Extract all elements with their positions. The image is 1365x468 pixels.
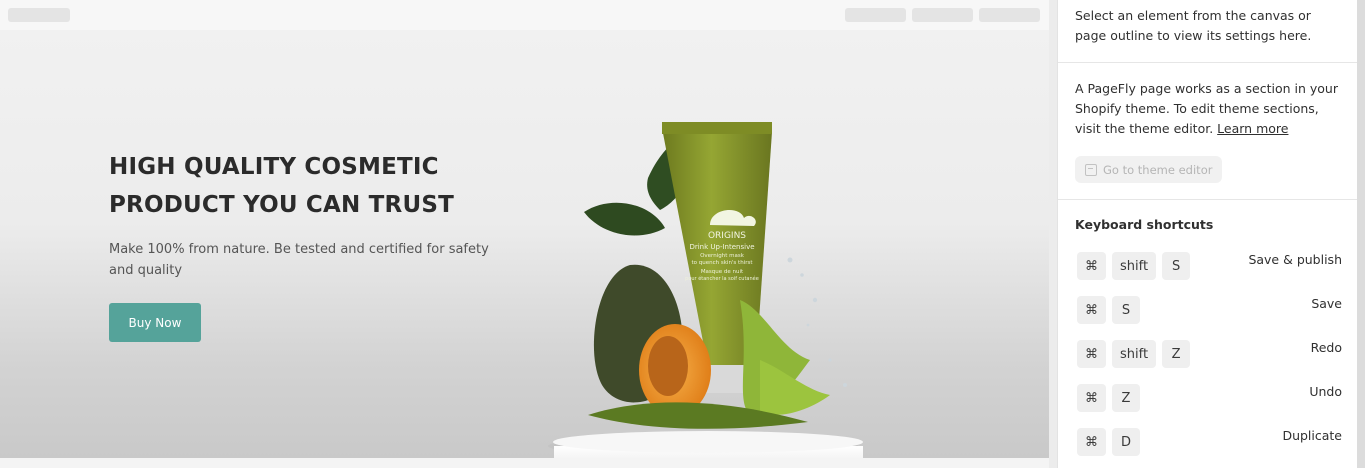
shift-key: shift bbox=[1112, 252, 1157, 280]
hero-headline: HIGH QUALITY COSMETIC PRODUCT YOU CAN TR… bbox=[109, 148, 529, 224]
skeleton-bar bbox=[8, 8, 70, 22]
shortcut-row: ⌘ shift S Save & publish bbox=[1075, 252, 1342, 280]
tube-line-text: pour étancher la soif cutanée bbox=[685, 275, 759, 282]
panel-scrollbar[interactable] bbox=[1357, 0, 1365, 468]
tube-line-text: Masque de nuit bbox=[701, 269, 744, 275]
hero-section[interactable]: ORIGINS Drink Up-Intensive Overnight mas… bbox=[0, 30, 1049, 458]
canvas-bottom-strip bbox=[0, 458, 1049, 468]
command-key-icon: ⌘ bbox=[1077, 340, 1106, 368]
settings-panel: Select an element from the canvas or pag… bbox=[1057, 0, 1358, 468]
headline-line: HIGH QUALITY COSMETIC bbox=[109, 154, 439, 180]
shortcut-row: ⌘ S Save bbox=[1075, 296, 1342, 324]
theme-editor-icon bbox=[1085, 163, 1097, 176]
command-key-icon: ⌘ bbox=[1077, 252, 1106, 280]
shift-key: shift bbox=[1112, 340, 1157, 368]
tube-line-text: Overnight mask bbox=[700, 253, 745, 259]
theme-info-sentence: A PageFly page works as a section in you… bbox=[1075, 81, 1338, 136]
shortcut-row: ⌘ D Duplicate bbox=[1075, 428, 1342, 456]
shortcut-label: Save & publish bbox=[1248, 252, 1342, 267]
buy-now-button[interactable]: Buy Now bbox=[109, 303, 201, 342]
panel-resize-handle[interactable] bbox=[1049, 0, 1057, 468]
headline-line: PRODUCT YOU CAN TRUST bbox=[109, 192, 454, 218]
shortcut-label: Save bbox=[1311, 296, 1342, 311]
divider bbox=[1058, 199, 1358, 200]
letter-key: Z bbox=[1112, 384, 1140, 412]
theme-info-text: A PageFly page works as a section in you… bbox=[1075, 79, 1345, 139]
canvas-toolbar-placeholder bbox=[0, 0, 1049, 30]
shortcut-row: ⌘ shift Z Redo bbox=[1075, 340, 1342, 368]
letter-key: Z bbox=[1162, 340, 1191, 368]
letter-key: D bbox=[1112, 428, 1140, 456]
shortcut-label: Redo bbox=[1310, 340, 1342, 355]
letter-key: S bbox=[1112, 296, 1140, 324]
hero-subtext: Make 100% from nature. Be tested and cer… bbox=[109, 242, 489, 278]
theme-editor-button-label: Go to theme editor bbox=[1103, 162, 1213, 177]
shortcut-label: Undo bbox=[1309, 384, 1342, 399]
tube-line-text: to quench skin's thirst bbox=[691, 260, 753, 266]
skeleton-bar bbox=[979, 8, 1040, 22]
product-image[interactable]: ORIGINS Drink Up-Intensive Overnight mas… bbox=[540, 60, 900, 458]
shortcut-label: Duplicate bbox=[1282, 428, 1342, 443]
learn-more-link[interactable]: Learn more bbox=[1217, 121, 1288, 136]
command-key-icon: ⌘ bbox=[1077, 384, 1106, 412]
cosmetic-product-illustration: ORIGINS Drink Up-Intensive Overnight mas… bbox=[548, 122, 863, 458]
divider bbox=[1058, 62, 1358, 63]
letter-key: S bbox=[1162, 252, 1191, 280]
tube-brand-text: ORIGINS bbox=[708, 231, 746, 241]
skeleton-bar bbox=[845, 8, 906, 22]
command-key-icon: ⌘ bbox=[1077, 296, 1106, 324]
skeleton-bar bbox=[912, 8, 973, 22]
pagefly-editor: ORIGINS Drink Up-Intensive Overnight mas… bbox=[0, 0, 1365, 468]
panel-hint-text: Select an element from the canvas or pag… bbox=[1075, 8, 1312, 43]
keyboard-shortcuts-title: Keyboard shortcuts bbox=[1075, 217, 1214, 232]
go-to-theme-editor-button[interactable]: Go to theme editor bbox=[1075, 156, 1222, 183]
page-canvas[interactable]: ORIGINS Drink Up-Intensive Overnight mas… bbox=[0, 0, 1049, 468]
shortcut-row: ⌘ Z Undo bbox=[1075, 384, 1342, 412]
command-key-icon: ⌘ bbox=[1077, 428, 1106, 456]
tube-name-text: Drink Up-Intensive bbox=[689, 243, 754, 251]
